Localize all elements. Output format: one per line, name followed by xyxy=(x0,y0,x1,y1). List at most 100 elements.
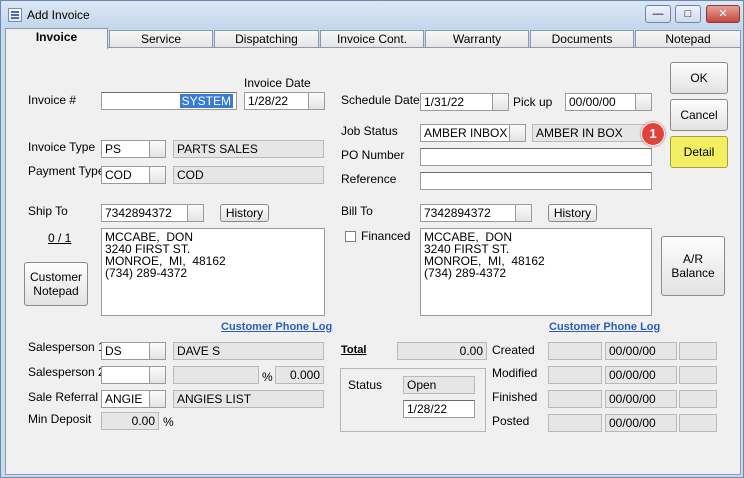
invoice-type-value: PS xyxy=(101,140,150,158)
invoice-type-dropdown-icon[interactable] xyxy=(149,140,166,158)
posted-time xyxy=(679,414,717,432)
salesperson1-label: Salesperson 1 xyxy=(28,340,105,354)
min-deposit-label: Min Deposit xyxy=(28,412,92,426)
close-button[interactable]: ✕ xyxy=(706,5,740,23)
customer-phone-log-link-left[interactable]: Customer Phone Log xyxy=(221,321,332,333)
finished-time xyxy=(679,390,717,408)
customer-phone-log-link-right[interactable]: Customer Phone Log xyxy=(549,321,660,333)
pickup-date-picker[interactable]: 00/00/00 xyxy=(565,93,652,111)
ship-history-button[interactable]: History xyxy=(220,204,269,222)
modified-time xyxy=(679,366,717,384)
tab-invoice[interactable]: Invoice xyxy=(5,28,108,49)
status-date[interactable]: 1/28/22 xyxy=(403,400,475,418)
min-deposit-percent-sign: % xyxy=(163,415,174,429)
salesperson1-dropdown-icon[interactable] xyxy=(149,342,166,360)
tab-bar: Invoice Service Dispatching Invoice Cont… xyxy=(5,28,741,49)
status-label: Status xyxy=(348,378,383,392)
job-status-description: AMBER IN BOX xyxy=(532,124,652,142)
title-bar: Add Invoice — □ ✕ xyxy=(1,1,743,29)
ship-to-value: 7342894372 xyxy=(101,204,188,222)
tab-warranty[interactable]: Warranty xyxy=(425,30,529,48)
ok-button[interactable]: OK xyxy=(670,62,728,94)
ar-balance-button[interactable]: A/R Balance xyxy=(661,236,725,296)
schedule-date-label: Schedule Date xyxy=(341,93,420,107)
invoice-date-picker[interactable]: 1/28/22 xyxy=(244,92,325,110)
cancel-button[interactable]: Cancel xyxy=(670,99,728,131)
payment-type-value: COD xyxy=(101,166,150,184)
annotation-badge: 1 xyxy=(641,122,665,146)
job-status-dropdown-icon[interactable] xyxy=(509,124,526,142)
schedule-date-value: 1/31/22 xyxy=(420,93,493,111)
sale-referral-dropdown-icon[interactable] xyxy=(149,390,166,408)
financed-label: Financed xyxy=(361,229,411,243)
tab-service[interactable]: Service xyxy=(109,30,213,48)
customer-notepad-button[interactable]: Customer Notepad xyxy=(24,262,88,306)
salesperson2-description xyxy=(173,366,259,384)
financed-checkbox[interactable] xyxy=(345,231,356,242)
minimize-button[interactable]: — xyxy=(645,5,671,23)
schedule-date-dropdown-icon[interactable] xyxy=(492,93,509,111)
posted-user xyxy=(548,414,602,432)
ship-address-box[interactable]: MCCABE, DON 3240 FIRST ST. MONROE, MI, 4… xyxy=(101,228,325,316)
tab-dispatching[interactable]: Dispatching xyxy=(214,30,319,48)
po-number-input[interactable] xyxy=(420,148,652,166)
finished-label: Finished xyxy=(492,390,538,404)
modified-date: 00/00/00 xyxy=(605,366,677,384)
salesperson2-select[interactable] xyxy=(101,366,166,384)
maximize-button[interactable]: □ xyxy=(675,5,701,23)
salesperson2-dropdown-icon[interactable] xyxy=(149,366,166,384)
ship-to-dropdown-icon[interactable] xyxy=(187,204,204,222)
pickup-date-value: 00/00/00 xyxy=(565,93,636,111)
modified-label: Modified xyxy=(492,366,538,380)
salesperson2-label: Salesperson 2 xyxy=(28,365,105,379)
app-icon xyxy=(8,8,22,22)
sale-referral-select[interactable]: ANGIE xyxy=(101,390,166,408)
schedule-date-picker[interactable]: 1/31/22 xyxy=(420,93,509,111)
invoice-number-field[interactable]: SYSTEM xyxy=(101,92,237,110)
salesperson2-percent[interactable]: 0.000 xyxy=(275,366,324,384)
bill-to-select[interactable]: 7342894372 xyxy=(420,204,532,222)
salesperson1-description: DAVE S xyxy=(173,342,324,360)
created-date: 00/00/00 xyxy=(605,342,677,360)
job-status-value: AMBER INBOX xyxy=(420,124,510,142)
pickup-date-dropdown-icon[interactable] xyxy=(635,93,652,111)
payment-type-dropdown-icon[interactable] xyxy=(149,166,166,184)
created-time xyxy=(679,342,717,360)
job-status-select[interactable]: AMBER INBOX xyxy=(420,124,526,142)
ship-address-counter[interactable]: 0 / 1 xyxy=(48,231,71,245)
add-invoice-window: Add Invoice — □ ✕ Invoice Service Dispat… xyxy=(0,0,744,478)
window-title: Add Invoice xyxy=(27,8,90,22)
invoice-date-label: Invoice Date xyxy=(244,76,311,90)
total-label[interactable]: Total xyxy=(341,344,366,356)
payment-type-select[interactable]: COD xyxy=(101,166,166,184)
bill-to-label: Bill To xyxy=(341,204,373,218)
tab-documents[interactable]: Documents xyxy=(530,30,634,48)
ship-to-label: Ship To xyxy=(28,204,68,218)
pickup-label: Pick up xyxy=(513,95,553,109)
invoice-type-select[interactable]: PS xyxy=(101,140,166,158)
po-number-label: PO Number xyxy=(341,148,405,162)
invoice-panel: Invoice # SYSTEM Invoice Date 1/28/22 In… xyxy=(5,47,741,475)
salesperson1-select[interactable]: DS xyxy=(101,342,166,360)
reference-input[interactable] xyxy=(420,172,652,190)
invoice-date-value: 1/28/22 xyxy=(244,92,309,110)
invoice-number-value: SYSTEM xyxy=(179,94,233,108)
bill-to-value: 7342894372 xyxy=(420,204,516,222)
created-label: Created xyxy=(492,343,535,357)
min-deposit-field[interactable]: 0.00 xyxy=(101,412,159,430)
sale-referral-value: ANGIE xyxy=(101,390,150,408)
job-status-label: Job Status xyxy=(341,124,398,138)
tab-invoice-cont[interactable]: Invoice Cont. xyxy=(320,30,424,48)
sale-referral-label: Sale Referral xyxy=(28,390,99,404)
bill-history-button[interactable]: History xyxy=(548,204,597,222)
status-value: Open xyxy=(403,376,475,394)
salesperson2-value xyxy=(101,366,150,384)
bill-to-dropdown-icon[interactable] xyxy=(515,204,532,222)
invoice-date-dropdown-icon[interactable] xyxy=(308,92,325,110)
sale-referral-description: ANGIES LIST xyxy=(173,390,324,408)
detail-button[interactable]: Detail xyxy=(670,136,728,168)
bill-address-box[interactable]: MCCABE, DON 3240 FIRST ST. MONROE, MI, 4… xyxy=(420,228,652,316)
ship-to-select[interactable]: 7342894372 xyxy=(101,204,204,222)
tab-notepad[interactable]: Notepad xyxy=(635,30,741,48)
modified-user xyxy=(548,366,602,384)
